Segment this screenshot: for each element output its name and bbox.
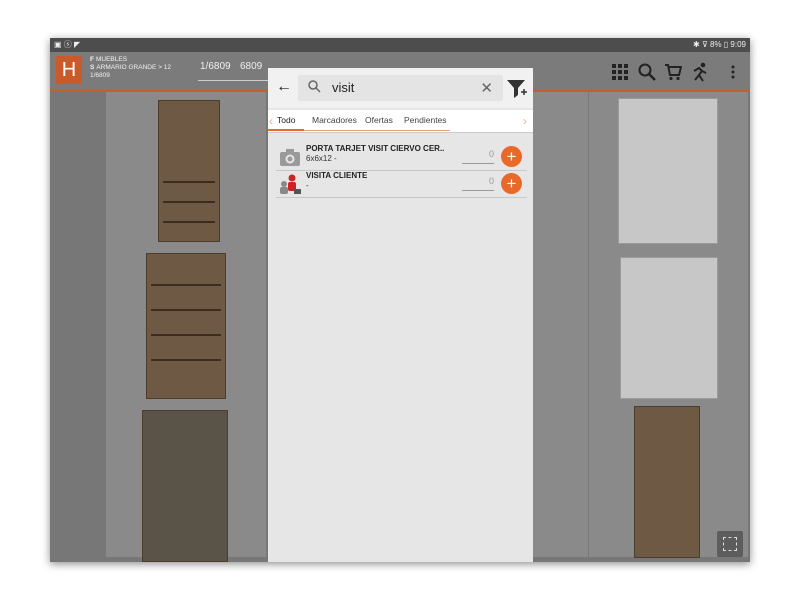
camera-icon: [278, 146, 302, 168]
cart-icon[interactable]: [664, 63, 683, 81]
result-row[interactable]: VISITA CLIENTE - 0 +: [276, 170, 527, 198]
app-logo[interactable]: H: [56, 56, 82, 84]
search-bar: ← visit ✕: [268, 68, 533, 108]
position-progress[interactable]: [198, 80, 270, 81]
product-tile[interactable]: [106, 247, 267, 403]
product-tile[interactable]: [106, 402, 267, 562]
category-info[interactable]: F MUEBLES S ARMARIO GRANDE > 12 1/6809: [90, 56, 171, 80]
quantity-field[interactable]: 0: [462, 176, 494, 191]
family-code: F: [90, 56, 94, 63]
result-subtitle: -: [306, 181, 309, 190]
tab-pendientes[interactable]: Pendientes: [404, 115, 447, 125]
result-name: VISITA CLIENTE: [306, 171, 368, 180]
status-icons-left: ▣ ⓢ ◤: [54, 40, 81, 49]
status-icons-right: ✱ ⊽ 8% ▯ 9:09: [693, 40, 746, 49]
subfamily-name: ARMARIO GRANDE > 12: [96, 64, 171, 71]
tab-marcadores[interactable]: Marcadores: [312, 115, 357, 125]
product-tile[interactable]: [588, 92, 749, 248]
status-bar: ▣ ⓢ ◤ ✱ ⊽ 8% ▯ 9:09: [50, 38, 750, 52]
select-area-button[interactable]: [717, 531, 743, 557]
add-to-order-button[interactable]: +: [501, 173, 522, 194]
result-name: PORTA TARJET VISIT CIERVO CER..: [306, 144, 445, 153]
total-counter: 6809: [240, 61, 263, 72]
search-glass-icon: [308, 80, 321, 96]
tabs-scroll-right-icon[interactable]: ›: [523, 114, 527, 128]
runner-icon[interactable]: [690, 62, 710, 82]
position-counter: 1/6809: [200, 61, 231, 72]
tab-bar: ‹ Todo Marcadores Ofertas Pendientes ›: [268, 110, 533, 133]
add-to-order-button[interactable]: +: [501, 146, 522, 167]
tab-active-indicator: [268, 129, 304, 131]
visit-client-icon: [278, 173, 302, 195]
tab-todo[interactable]: Todo: [277, 115, 295, 125]
tabs-scroll-left-icon[interactable]: ‹: [269, 114, 273, 128]
filter-add-icon[interactable]: [505, 76, 527, 100]
search-input-box[interactable]: visit ✕: [298, 75, 503, 101]
tab-strip-line: [304, 130, 450, 131]
more-icon[interactable]: [730, 64, 736, 80]
clear-icon[interactable]: ✕: [480, 79, 493, 97]
search-icon[interactable]: [638, 63, 656, 81]
product-tile[interactable]: [106, 92, 267, 248]
grid-icon[interactable]: [612, 64, 628, 80]
back-arrow-icon[interactable]: ←: [276, 78, 292, 96]
search-input[interactable]: visit: [332, 80, 354, 95]
family-name: MUEBLES: [95, 56, 128, 63]
tab-ofertas[interactable]: Ofertas: [365, 115, 393, 125]
result-row[interactable]: PORTA TARJET VISIT CIERVO CER.. 6x6x12 -…: [276, 143, 527, 171]
product-tile[interactable]: [588, 247, 749, 403]
position-small: 1/6809: [90, 72, 110, 79]
result-subtitle: 6x6x12 -: [306, 154, 337, 163]
subfamily-code: S: [90, 64, 95, 71]
quantity-field[interactable]: 0: [462, 149, 494, 164]
search-panel: ← visit ✕ ‹ Todo Marcadores Ofertas Pend…: [268, 68, 533, 562]
